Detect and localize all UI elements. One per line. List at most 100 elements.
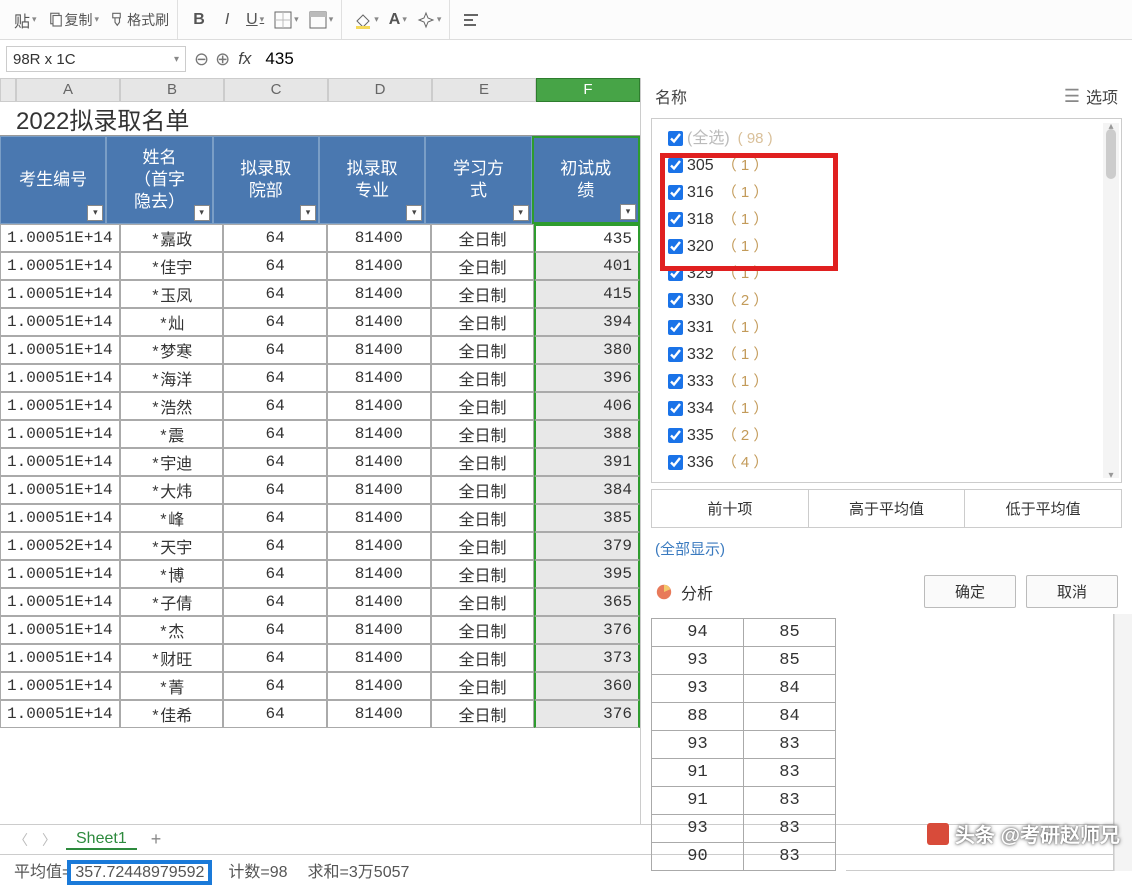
cell[interactable]: 83 [744,759,836,787]
cell[interactable]: 1.00051E+14 [0,252,120,280]
cell[interactable]: 81400 [327,644,431,672]
filter-select-all[interactable]: (全选) ( 98 ) [660,125,1113,152]
filter-icon[interactable]: ▾ [194,205,210,221]
cell[interactable]: 81400 [327,560,431,588]
cell[interactable]: 84 [744,675,836,703]
format-painter-button[interactable]: 格式刷 [105,7,173,33]
checkbox[interactable] [668,185,683,200]
cell[interactable]: 81400 [327,336,431,364]
cell[interactable]: 全日制 [431,392,535,420]
cell[interactable]: 376 [534,616,640,644]
cell[interactable]: 93 [652,675,744,703]
cell[interactable]: 91 [652,759,744,787]
cell[interactable]: *玉凤 [120,280,224,308]
cell[interactable]: 391 [534,448,640,476]
cell[interactable]: 401 [534,252,640,280]
col-header-A[interactable]: A [16,78,120,102]
analyze-label[interactable]: 分析 [655,580,713,604]
cell[interactable]: 全日制 [431,476,535,504]
cell[interactable]: 379 [534,532,640,560]
effects-button[interactable]: ▾ [413,7,446,33]
cell[interactable]: 64 [223,700,327,728]
cell[interactable]: *佳宇 [120,252,224,280]
cell[interactable]: 1.00051E+14 [0,700,120,728]
cell[interactable]: 64 [223,392,327,420]
checkbox[interactable] [668,158,683,173]
cell[interactable]: 全日制 [431,672,535,700]
col-header-B[interactable]: B [120,78,224,102]
cell[interactable]: 1.00051E+14 [0,616,120,644]
cell[interactable]: 64 [223,364,327,392]
cell[interactable]: 全日制 [431,448,535,476]
underline-button[interactable]: U▾ [242,7,268,33]
cell[interactable]: 1.00051E+14 [0,588,120,616]
cell[interactable]: *博 [120,560,224,588]
cell[interactable]: 64 [223,644,327,672]
scroll-down-icon[interactable]: ▾ [1106,470,1116,480]
cell[interactable]: 81400 [327,476,431,504]
cell[interactable]: 64 [223,308,327,336]
cell[interactable]: 81400 [327,616,431,644]
checkbox[interactable] [668,266,683,281]
align-button[interactable] [458,7,484,33]
filter-icon[interactable]: ▾ [620,204,636,220]
cell[interactable]: 1.00051E+14 [0,476,120,504]
cell[interactable]: 81400 [327,504,431,532]
filter-icon[interactable]: ▾ [300,205,316,221]
cell[interactable]: 376 [534,700,640,728]
scrollbar[interactable]: ▴ ▾ [1103,123,1119,478]
cell[interactable]: 全日制 [431,280,535,308]
cell[interactable]: 388 [534,420,640,448]
filter-item[interactable]: 333（ 1 ） [660,368,1113,395]
cell[interactable]: 435 [534,224,640,252]
cell[interactable]: 全日制 [431,420,535,448]
cell[interactable]: 全日制 [431,252,535,280]
col-header-D[interactable]: D [328,78,432,102]
above-avg-button[interactable]: 高于平均值 [809,490,966,527]
cell[interactable]: 81400 [327,280,431,308]
italic-button[interactable]: I [214,7,240,33]
checkbox[interactable] [668,131,683,146]
cell[interactable]: 81400 [327,448,431,476]
cell[interactable]: 81400 [327,700,431,728]
cell[interactable]: 395 [534,560,640,588]
cell[interactable]: *灿 [120,308,224,336]
cell[interactable]: 81400 [327,252,431,280]
cell[interactable]: 全日制 [431,644,535,672]
cell[interactable]: 1.00051E+14 [0,364,120,392]
cell[interactable]: 88 [652,703,744,731]
cell[interactable]: 64 [223,504,327,532]
sheet-title-cell[interactable]: 2022拟录取名单 [0,102,640,136]
filter-item[interactable]: 332（ 1 ） [660,341,1113,368]
cell[interactable]: 85 [744,619,836,647]
cell[interactable]: 93 [652,815,744,843]
filter-icon[interactable]: ▾ [87,205,103,221]
cancel-button[interactable]: 取消 [1026,575,1118,608]
checkbox[interactable] [668,428,683,443]
filter-item[interactable]: 305（ 1 ） [660,152,1113,179]
cell[interactable]: 64 [223,588,327,616]
cell[interactable]: *震 [120,420,224,448]
cell[interactable]: 1.00051E+14 [0,420,120,448]
filter-item[interactable]: 331（ 1 ） [660,314,1113,341]
cell[interactable]: 1.00051E+14 [0,224,120,252]
filter-item[interactable]: 335（ 2 ） [660,422,1113,449]
cell[interactable]: *峰 [120,504,224,532]
name-box[interactable]: 98R x 1C▾ [6,46,186,72]
cell[interactable]: 385 [534,504,640,532]
cell[interactable]: 64 [223,476,327,504]
filter-icon[interactable]: ▾ [513,205,529,221]
cell[interactable]: 83 [744,787,836,815]
font-color-button[interactable]: A▾ [385,7,411,33]
cell[interactable]: *大炜 [120,476,224,504]
options-button[interactable]: ☰选项 [1064,84,1118,108]
cell[interactable]: 64 [223,420,327,448]
filter-item[interactable]: 334（ 1 ） [660,395,1113,422]
cell[interactable]: 373 [534,644,640,672]
cell[interactable]: 81400 [327,672,431,700]
cell[interactable]: 64 [223,448,327,476]
cell[interactable]: 1.00051E+14 [0,280,120,308]
fill-color-button[interactable]: ▾ [350,7,383,33]
cell[interactable]: 1.00051E+14 [0,644,120,672]
filter-icon[interactable]: ▾ [406,205,422,221]
